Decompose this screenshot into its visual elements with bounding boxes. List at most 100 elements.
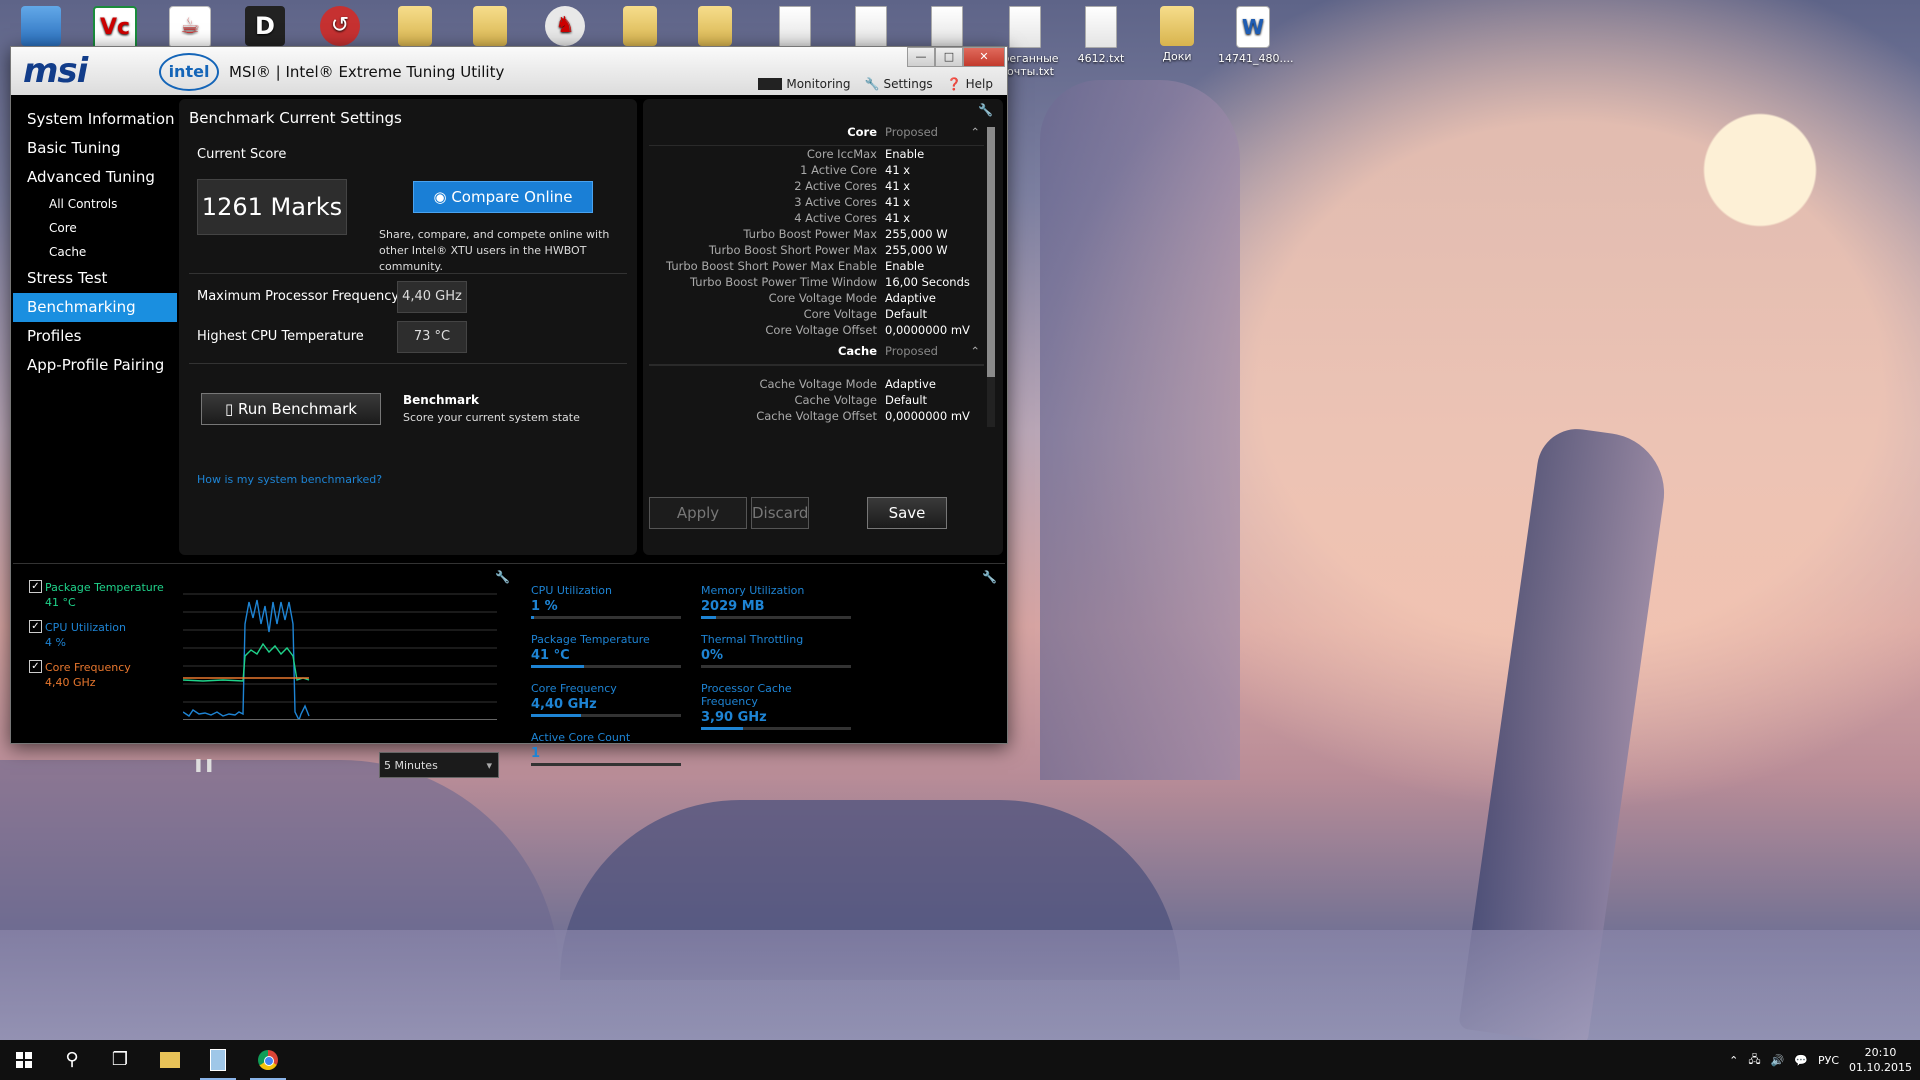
title-bar[interactable]: msi intel MSI® | Intel® Extreme Tuning U… <box>11 47 1007 95</box>
legend-item[interactable]: ✓ Core Frequency 4,40 GHz <box>29 660 131 690</box>
checkbox[interactable]: ✓ <box>29 580 42 593</box>
max-frequency-value: 4,40 GHz <box>397 281 467 313</box>
taskbar-xtu[interactable] <box>194 1040 242 1080</box>
desktop-icon-word-doc[interactable]: W 14741_480.... <box>1218 6 1293 65</box>
setting-row[interactable]: Cache Voltage Default <box>649 392 984 408</box>
settings-list[interactable]: Core Proposed ⌃ Core IccMax Enable 1 Activ… <box>649 119 984 427</box>
checkbox[interactable]: ✓ <box>29 660 42 673</box>
compare-online-button[interactable]: ◉ Compare Online <box>413 181 593 213</box>
desktop-icon-folder[interactable] <box>605 6 675 50</box>
volume-icon[interactable]: 🔊 <box>1771 1054 1785 1067</box>
metric-label: Active Core Count <box>531 731 631 744</box>
desktop-icon-document[interactable]: 4612.txt <box>1066 6 1136 65</box>
setting-row[interactable]: Core Voltage Default <box>649 306 984 322</box>
sidebar-item-profiles[interactable]: Profiles <box>13 322 177 351</box>
scrollbar-thumb[interactable] <box>987 127 995 377</box>
network-icon[interactable]: 🖧 <box>1748 1051 1760 1070</box>
collapse-icon[interactable]: ⌃ <box>970 119 984 145</box>
notifications-icon[interactable]: 💬 <box>1794 1054 1808 1067</box>
max-frequency-label: Maximum Processor Frequency <box>197 289 400 304</box>
folder-icon <box>160 1052 180 1068</box>
discard-button[interactable]: Discard <box>751 497 809 529</box>
clock[interactable]: 20:10 01.10.2015 <box>1849 1045 1912 1075</box>
sidebar-item-basic-tuning[interactable]: Basic Tuning <box>13 134 177 163</box>
setting-row[interactable]: 4 Active Cores 41 x <box>649 210 984 226</box>
setting-row[interactable]: Turbo Boost Power Max 255,000 W <box>649 226 984 242</box>
legend-item[interactable]: ✓ Package Temperature 41 °C <box>29 580 164 610</box>
setting-row[interactable]: Processor Cache Ratio39 x <box>649 424 984 427</box>
setting-value: 255,000 W <box>885 243 948 257</box>
close-button[interactable]: ✕ <box>963 47 1005 67</box>
apply-button[interactable]: Apply <box>649 497 747 529</box>
setting-row[interactable]: Cache Voltage Mode Adaptive <box>649 376 984 392</box>
monitor-graph <box>183 584 497 720</box>
checkbox[interactable]: ✓ <box>29 620 42 633</box>
sidebar-subitem-all-controls[interactable]: All Controls <box>13 192 177 216</box>
core-section-header[interactable]: Core Proposed ⌃ <box>649 119 984 146</box>
desktop-icon-folder[interactable]: Доки <box>1142 6 1212 63</box>
desktop-icon-app-red[interactable]: ↺ <box>305 6 375 50</box>
metric-label: Core Frequency <box>531 682 617 695</box>
language-indicator[interactable]: РУС <box>1818 1054 1839 1067</box>
how-benchmarked-link[interactable]: How is my system benchmarked? <box>197 473 382 486</box>
task-view-button[interactable]: ❐ <box>96 1040 144 1080</box>
setting-value: 0,0000000 mV <box>885 323 970 337</box>
desktop-icon-app[interactable]: D <box>230 6 300 50</box>
taskbar-chrome[interactable] <box>244 1040 292 1080</box>
chevron-up-icon[interactable]: ⌃ <box>1729 1054 1738 1067</box>
setting-row[interactable]: Turbo Boost Power Time Window 16,00 Secon… <box>649 274 984 290</box>
pause-icon[interactable]: ❚❚ <box>193 758 215 773</box>
background-ground <box>0 930 1920 1040</box>
sidebar-item-stress-test[interactable]: Stress Test <box>13 264 177 293</box>
wrench-icon[interactable]: 🔧 <box>978 103 993 117</box>
desktop-icon-app[interactable]: ♞ <box>530 6 600 50</box>
settings-menu[interactable]: 🔧 Settings <box>865 77 933 91</box>
chrome-icon <box>258 1050 278 1070</box>
setting-row[interactable]: 1 Active Core 41 x <box>649 162 984 178</box>
run-benchmark-button[interactable]: ▯ Run Benchmark <box>201 393 381 425</box>
maximize-button[interactable]: □ <box>935 47 963 67</box>
setting-value: 41 x <box>885 163 911 177</box>
setting-row[interactable]: 3 Active Cores 41 x <box>649 194 984 210</box>
duration-dropdown[interactable]: 5 Minutes ▾ <box>379 752 499 778</box>
wrench-icon[interactable]: 🔧 <box>982 570 997 584</box>
sidebar-item-advanced-tuning[interactable]: Advanced Tuning <box>13 163 177 192</box>
desktop-icon-this-pc[interactable] <box>6 6 76 50</box>
cache-section-header[interactable]: Cache Proposed ⌃ <box>649 338 984 365</box>
temp-series <box>183 642 310 682</box>
setting-row[interactable]: 2 Active Cores 41 x <box>649 178 984 194</box>
divider <box>189 363 627 364</box>
sidebar-subitem-cache[interactable]: Cache <box>13 240 177 264</box>
proposed-label: Proposed <box>885 125 938 139</box>
sidebar-subitem-core[interactable]: Core <box>13 216 177 240</box>
setting-row[interactable]: Core Voltage Offset 0,0000000 mV <box>649 322 984 338</box>
settings-scrollbar[interactable] <box>987 127 995 427</box>
legend-item[interactable]: ✓ CPU Utilization 4 % <box>29 620 126 650</box>
task-view-icon: ❐ <box>111 1049 129 1070</box>
setting-row[interactable]: Core IccMax Enable <box>649 146 984 162</box>
search-button[interactable]: ⚲ <box>48 1040 96 1080</box>
help-menu[interactable]: ❓ Help <box>947 77 993 91</box>
setting-row[interactable]: Cache Voltage Offset 0,0000000 mV <box>649 408 984 424</box>
sidebar-item-system-information[interactable]: System Information <box>13 105 177 134</box>
collapse-icon[interactable]: ⌃ <box>970 338 984 364</box>
setting-row[interactable]: Turbo Boost Short Power Max Enable Enable <box>649 258 984 274</box>
desktop-icon-folder[interactable] <box>455 6 525 50</box>
desktop-icon-folder[interactable] <box>380 6 450 50</box>
desktop-icon-folder[interactable] <box>680 6 750 50</box>
sidebar-item-benchmarking[interactable]: Benchmarking <box>13 293 177 322</box>
metric-bar <box>701 727 851 730</box>
taskbar-explorer[interactable] <box>146 1040 194 1080</box>
start-button[interactable] <box>0 1040 48 1080</box>
legend-value: 41 °C <box>45 596 76 609</box>
sidebar-item-app-profile-pairing[interactable]: App-Profile Pairing <box>13 351 177 380</box>
setting-row[interactable]: Turbo Boost Short Power Max 255,000 W <box>649 242 984 258</box>
save-button[interactable]: Save <box>867 497 947 529</box>
setting-row[interactable]: Core Voltage Mode Adaptive <box>649 290 984 306</box>
wrench-icon[interactable]: 🔧 <box>495 570 510 584</box>
monitoring-menu[interactable]: Monitoring <box>758 77 851 91</box>
minimize-button[interactable]: — <box>907 47 935 67</box>
highest-temp-label: Highest CPU Temperature <box>197 329 364 344</box>
cache-settings: Cache Voltage Mode Adaptive Cache Voltage D… <box>649 376 984 427</box>
setting-value: 41 x <box>885 195 911 209</box>
